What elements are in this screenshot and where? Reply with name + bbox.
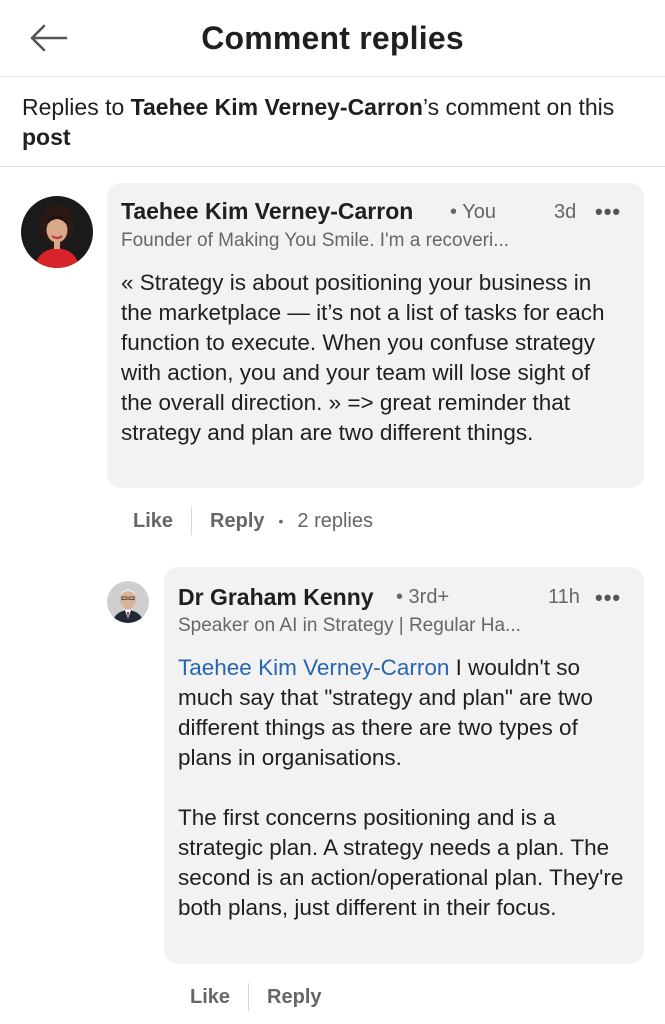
reply-actions: Like Reply <box>190 983 322 1011</box>
separator-dot: • <box>278 513 284 529</box>
reply-text: Taehee Kim Verney-Carron I wouldn't so m… <box>178 653 634 923</box>
replies-count-link[interactable]: 2 replies <box>297 510 373 533</box>
like-button[interactable]: Like <box>133 510 173 533</box>
context-middle: ’s comment on this <box>422 94 615 120</box>
reply-button[interactable]: Reply <box>267 986 321 1009</box>
reply-paragraph: Taehee Kim Verney-Carron I wouldn't so m… <box>178 653 634 773</box>
avatar[interactable] <box>21 196 93 268</box>
profile-photo-taehee <box>21 196 93 268</box>
reply-button[interactable]: Reply <box>210 510 264 533</box>
context-prefix: Replies to <box>22 94 131 120</box>
connection-degree: • You <box>450 201 496 223</box>
comment-actions: Like Reply • 2 replies <box>133 507 373 535</box>
mention-link[interactable]: Taehee Kim Verney-Carron <box>178 655 449 680</box>
commenter-name[interactable]: Dr Graham Kenny <box>178 584 374 611</box>
comment-text: « Strategy is about positioning your bus… <box>121 270 605 445</box>
context-post-link[interactable]: post <box>22 124 71 150</box>
replies-context: Replies to Taehee Kim Verney-Carron’s co… <box>0 77 665 167</box>
more-options-icon[interactable]: ••• <box>595 199 621 225</box>
more-options-icon[interactable]: ••• <box>595 585 621 611</box>
connection-degree: • 3rd+ <box>396 586 450 608</box>
divider <box>191 507 193 535</box>
commenter-headline: Speaker on AI in Strategy | Regular Ha..… <box>178 615 521 636</box>
commenter-name[interactable]: Taehee Kim Verney-Carron <box>121 198 413 225</box>
arrow-left-icon <box>30 24 68 52</box>
reply-paragraph: The first concerns positioning and is a … <box>178 805 624 920</box>
avatar[interactable] <box>107 581 149 623</box>
divider <box>248 983 250 1011</box>
comment-time: 11h <box>548 586 580 608</box>
profile-photo-graham <box>107 581 149 623</box>
top-bar: Comment replies <box>0 0 665 77</box>
context-author-link[interactable]: Taehee Kim Verney-Carron <box>131 94 423 120</box>
page-title: Comment replies <box>201 19 464 56</box>
comment-time: 3d <box>554 201 577 223</box>
commenter-headline: Founder of Making You Smile. I'm a recov… <box>121 230 510 251</box>
like-button[interactable]: Like <box>190 986 230 1009</box>
back-button[interactable] <box>26 20 70 56</box>
